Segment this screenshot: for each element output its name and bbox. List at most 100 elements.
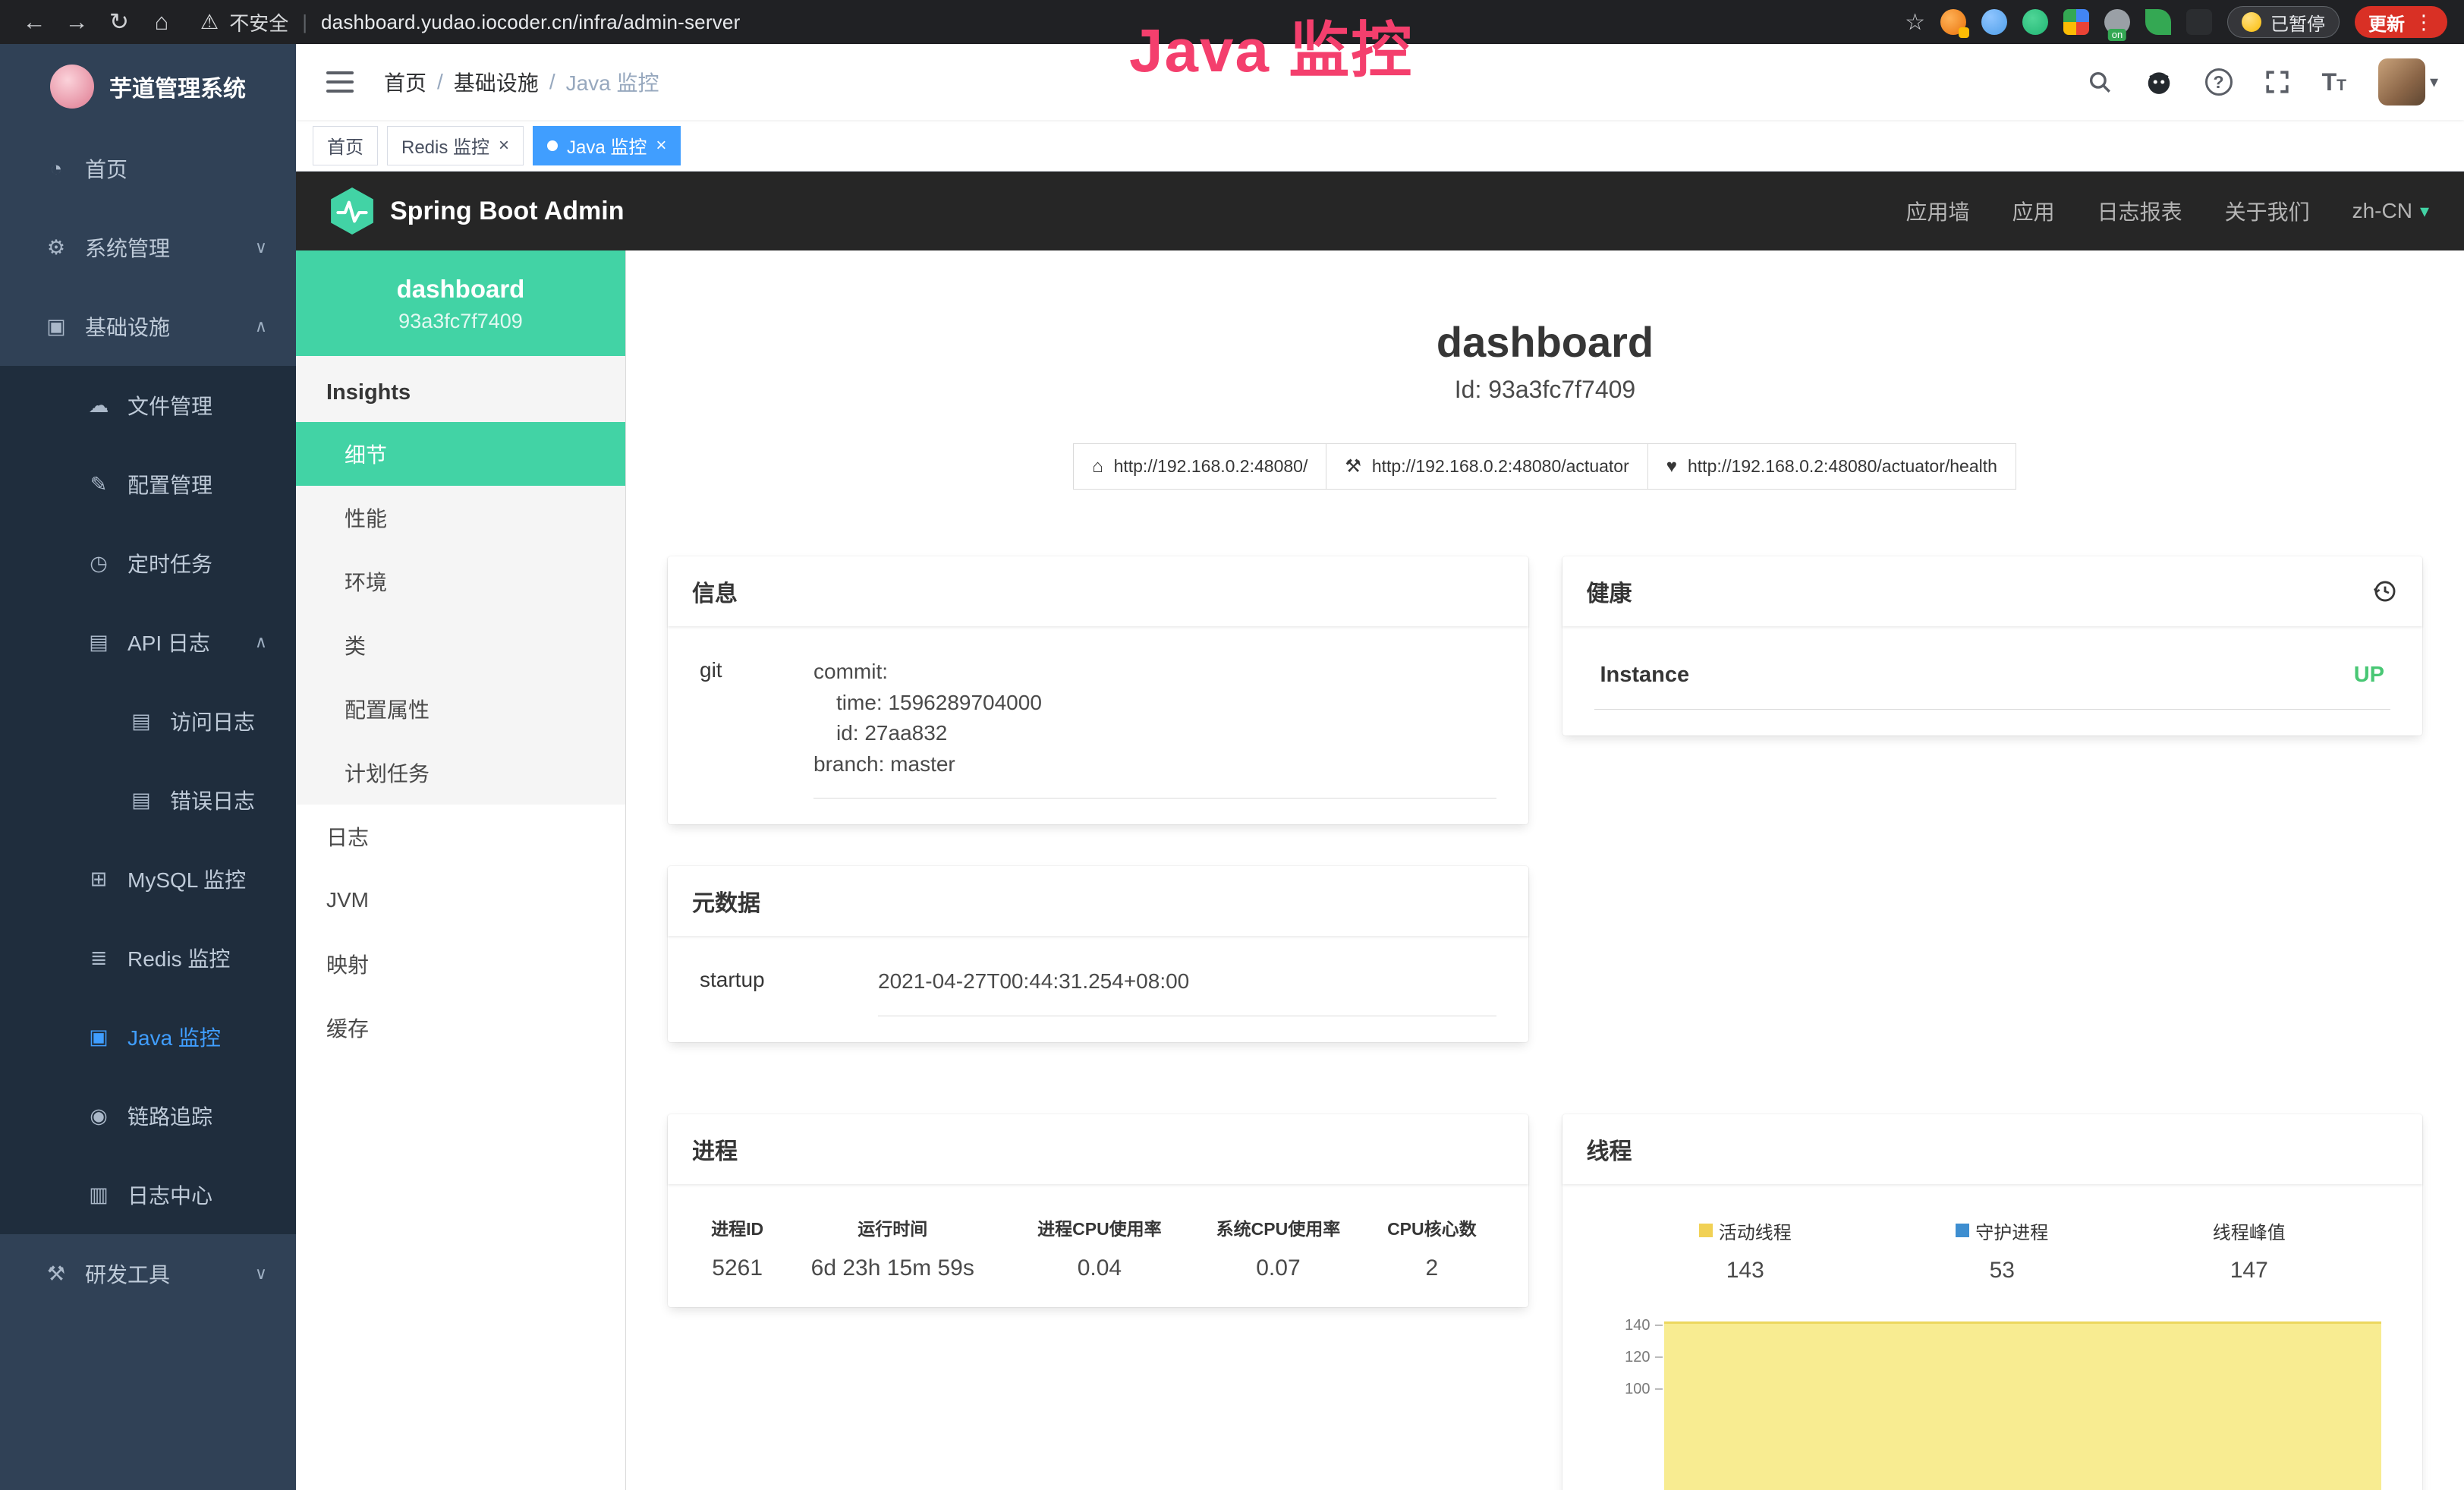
tab-java-monitor[interactable]: Java 监控 × <box>533 126 681 165</box>
sba-main: dashboard Id: 93a3fc7f7409 ⌂ http://192.… <box>626 250 2464 1490</box>
extension-icon[interactable] <box>1940 9 1966 35</box>
security-label: 不安全 <box>229 8 288 36</box>
sba-item-classes[interactable]: 类 <box>296 613 625 677</box>
github-icon[interactable] <box>2145 68 2173 96</box>
extension-icon[interactable]: on <box>2104 9 2130 35</box>
sba-nav-about[interactable]: 关于我们 <box>2225 196 2310 226</box>
home-icon[interactable]: ⌂ <box>144 5 179 39</box>
tab-label: 首页 <box>327 132 363 159</box>
service-url-link[interactable]: ⌂ http://192.168.0.2:48080/ <box>1073 443 1326 490</box>
sba-item-scheduled-tasks[interactable]: 计划任务 <box>296 741 625 805</box>
sba-nav-journal[interactable]: 日志报表 <box>2097 196 2182 226</box>
legend-swatch-yellow <box>1699 1224 1713 1237</box>
sidebar-item-dev-tools[interactable]: ⚒ 研发工具 ∨ <box>0 1234 296 1313</box>
monitor-icon: ▣ <box>42 315 70 339</box>
sidebar-item-redis-monitor[interactable]: ≣ Redis 监控 <box>0 918 296 997</box>
close-icon[interactable]: × <box>656 137 666 155</box>
sba-item-details[interactable]: 细节 <box>296 422 625 486</box>
y-tick-label: 120 <box>1625 1349 1650 1366</box>
sba-item-logs[interactable]: 日志 <box>296 805 625 868</box>
sba-language-select[interactable]: zh-CN ▾ <box>2352 199 2429 223</box>
sidebar-item-label: MySQL 监控 <box>127 864 246 894</box>
back-icon[interactable]: ← <box>17 5 52 39</box>
sba-item-jvm[interactable]: JVM <box>296 868 625 932</box>
sidebar-item-mysql-monitor[interactable]: ⊞ MySQL 监控 <box>0 840 296 918</box>
extension-icon[interactable] <box>2145 9 2171 35</box>
breadcrumb-item[interactable]: 首页 <box>384 67 426 97</box>
tab-redis-monitor[interactable]: Redis 监控 × <box>387 126 524 165</box>
sidebar-item-label: 研发工具 <box>85 1258 170 1289</box>
doc-icon: ▤ <box>127 710 155 733</box>
bookmark-star-icon[interactable]: ☆ <box>1905 9 1925 36</box>
search-icon[interactable] <box>2087 69 2113 95</box>
sba-item-metrics[interactable]: 性能 <box>296 486 625 550</box>
sidebar-item-home[interactable]: ◔ 首页 <box>0 129 296 208</box>
chart-plot-area <box>1663 1305 2382 1490</box>
sidebar-item-label: 配置管理 <box>127 469 212 499</box>
sidebar-item-infrastructure[interactable]: ▣ 基础设施 ∧ <box>0 287 296 366</box>
extension-icon[interactable] <box>2063 9 2089 35</box>
sidebar-item-java-monitor[interactable]: ▣ Java 监控 <box>0 997 296 1076</box>
health-url-link[interactable]: ♥ http://192.168.0.2:48080/actuator/heal… <box>1647 443 2016 490</box>
fullscreen-icon[interactable] <box>2264 69 2290 95</box>
breadcrumb-separator: / <box>437 70 443 94</box>
user-menu[interactable]: ▾ <box>2378 58 2438 106</box>
actuator-url-link[interactable]: ⚒ http://192.168.0.2:48080/actuator <box>1326 443 1647 490</box>
sidebar-item-label: 系统管理 <box>85 232 170 263</box>
sba-instance-header[interactable]: dashboard 93a3fc7f7409 <box>296 250 625 356</box>
card-title: 元数据 <box>692 884 760 918</box>
sidebar-item-error-logs[interactable]: ▤ 错误日志 <box>0 761 296 840</box>
sidebar-item-log-center[interactable]: ▥ 日志中心 <box>0 1155 296 1234</box>
emoji-icon <box>2242 12 2261 32</box>
extension-icon[interactable] <box>1981 9 2007 35</box>
sidebar-item-scheduled-tasks[interactable]: ◷ 定时任务 <box>0 524 296 603</box>
extension-icon[interactable] <box>2186 9 2212 35</box>
metadata-card: 元数据 startup 2021-04-27T00:44:31.254+08:0… <box>668 866 1528 1042</box>
health-instance-row: Instance UP <box>1594 657 2391 710</box>
sidebar-item-label: 定时任务 <box>127 548 212 578</box>
extension-icon[interactable] <box>2022 9 2048 35</box>
forward-icon[interactable]: → <box>59 5 94 39</box>
sba-item-config-props[interactable]: 配置属性 <box>296 677 625 741</box>
hamburger-icon[interactable] <box>322 67 358 97</box>
sidebar-item-config-management[interactable]: ✎ 配置管理 <box>0 445 296 524</box>
url-text[interactable]: dashboard.yudao.iocoder.cn/infra/admin-s… <box>321 11 740 34</box>
sba-item-caches[interactable]: 缓存 <box>296 996 625 1060</box>
caret-down-icon: ▾ <box>2420 200 2429 222</box>
logo-area[interactable]: 芋道管理系统 <box>0 44 296 129</box>
sba-brand[interactable]: Spring Boot Admin <box>331 187 624 235</box>
sidebar-item-label: Java 监控 <box>127 1022 221 1052</box>
sidebar-item-label: Redis 监控 <box>127 943 230 973</box>
sidebar-item-access-logs[interactable]: ▤ 访问日志 <box>0 682 296 761</box>
legend-value: 143 <box>1726 1258 1764 1284</box>
legend-value: 53 <box>1990 1258 2015 1284</box>
sba-item-environment[interactable]: 环境 <box>296 550 625 613</box>
omnibox[interactable]: ⚠ 不安全 | dashboard.yudao.iocoder.cn/infra… <box>200 8 740 36</box>
font-size-icon[interactable]: TT <box>2322 68 2346 96</box>
paused-badge[interactable]: 已暂停 <box>2227 6 2340 38</box>
sba-section-label: Insights <box>296 356 625 422</box>
sidebar-item-label: 文件管理 <box>127 390 212 421</box>
sba-item-mappings[interactable]: 映射 <box>296 932 625 996</box>
column-header: 进程ID <box>700 1214 775 1255</box>
sba-nav-applications[interactable]: 应用 <box>2012 196 2055 226</box>
sba-nav: 应用墙 应用 日志报表 关于我们 zh-CN ▾ <box>1906 196 2429 226</box>
sba-nav-wallboard[interactable]: 应用墙 <box>1906 196 1970 226</box>
sidebar-item-file-management[interactable]: ☁ 文件管理 <box>0 366 296 445</box>
reload-icon[interactable]: ↻ <box>102 5 137 39</box>
sidebar-item-api-logs[interactable]: ▤ API 日志 ∧ <box>0 603 296 682</box>
chrome-update-button[interactable]: 更新 ⋮ <box>2355 6 2447 38</box>
sidebar-item-system[interactable]: ⚙ 系统管理 ∨ <box>0 208 296 287</box>
legend-item: 守护进程 53 <box>1956 1218 2048 1284</box>
admin-sidebar: 芋道管理系统 ◔ 首页 ⚙ 系统管理 ∨ ▣ 基础设施 ∧ ☁ 文件管理 ✎ 配… <box>0 44 296 1490</box>
grid-icon: ⊞ <box>85 868 112 891</box>
legend-label: 守护进程 <box>1975 1218 2048 1244</box>
breadcrumb-item[interactable]: 基础设施 <box>454 67 539 97</box>
help-icon[interactable]: ? <box>2205 68 2233 96</box>
sidebar-item-tracing[interactable]: ◉ 链路追踪 <box>0 1076 296 1155</box>
history-icon[interactable] <box>2372 578 2398 604</box>
tab-home[interactable]: 首页 <box>313 126 378 165</box>
card-title: 线程 <box>1587 1132 1632 1166</box>
logo-title: 芋道管理系统 <box>109 70 246 103</box>
close-icon[interactable]: × <box>499 137 509 155</box>
